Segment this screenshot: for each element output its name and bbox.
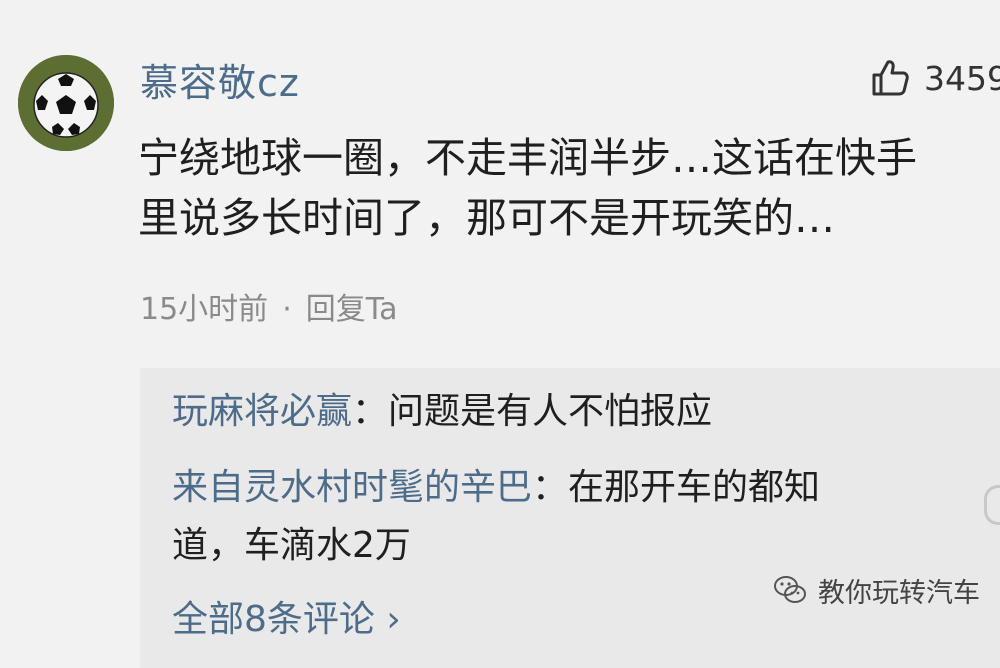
reply-text-continued: 道，车滴水2万 <box>172 525 411 566</box>
watermark-text: 教你玩转汽车 <box>818 577 980 609</box>
like-button[interactable]: 3459 <box>868 56 1000 100</box>
thumbs-up-icon <box>872 60 909 96</box>
comment-time: 15小时前 <box>140 292 269 327</box>
partial-icon <box>984 485 1000 525</box>
reply-author[interactable]: 来自灵水村时髦的辛巴 <box>172 467 532 508</box>
avatar[interactable] <box>18 55 114 151</box>
reply-text: 问题是有人不怕报应 <box>388 391 713 432</box>
reply-item[interactable]: 来自灵水村时髦的辛巴：在那开车的都知 <box>172 462 820 514</box>
comment-text: 宁绕地球一圈，不走丰润半步…这话在快手 里说多长时间了，那可不是开玩笑的… <box>138 128 1000 248</box>
all-comments-link[interactable]: 全部8条评论 › <box>172 590 401 642</box>
comment-meta: 15小时前 · 回复Ta <box>140 284 397 328</box>
meta-separator: · <box>282 292 292 327</box>
reply-colon: ： <box>532 467 569 508</box>
reply-item[interactable]: 玩麻将必赢：问题是有人不怕报应 <box>172 386 712 438</box>
wechat-icon <box>774 576 806 603</box>
comment-username[interactable]: 慕容敬cz <box>140 52 300 107</box>
reply-button[interactable]: 回复Ta <box>306 292 398 327</box>
comment-text-line: 宁绕地球一圈，不走丰润半步…这话在快手 <box>138 134 917 182</box>
reply-text: 在那开车的都知 <box>568 467 821 508</box>
comment-text-line: 里说多长时间了，那可不是开玩笑的… <box>138 194 835 242</box>
watermark: 教你玩转汽车 <box>772 570 980 610</box>
soccer-ball-icon <box>18 55 114 151</box>
like-count: 3459 <box>924 58 1000 98</box>
reply-section: 玩麻将必赢：问题是有人不怕报应 来自灵水村时髦的辛巴：在那开车的都知 道，车滴水… <box>140 368 1000 668</box>
reply-colon: ： <box>352 391 389 432</box>
reply-author[interactable]: 玩麻将必赢 <box>172 391 352 432</box>
